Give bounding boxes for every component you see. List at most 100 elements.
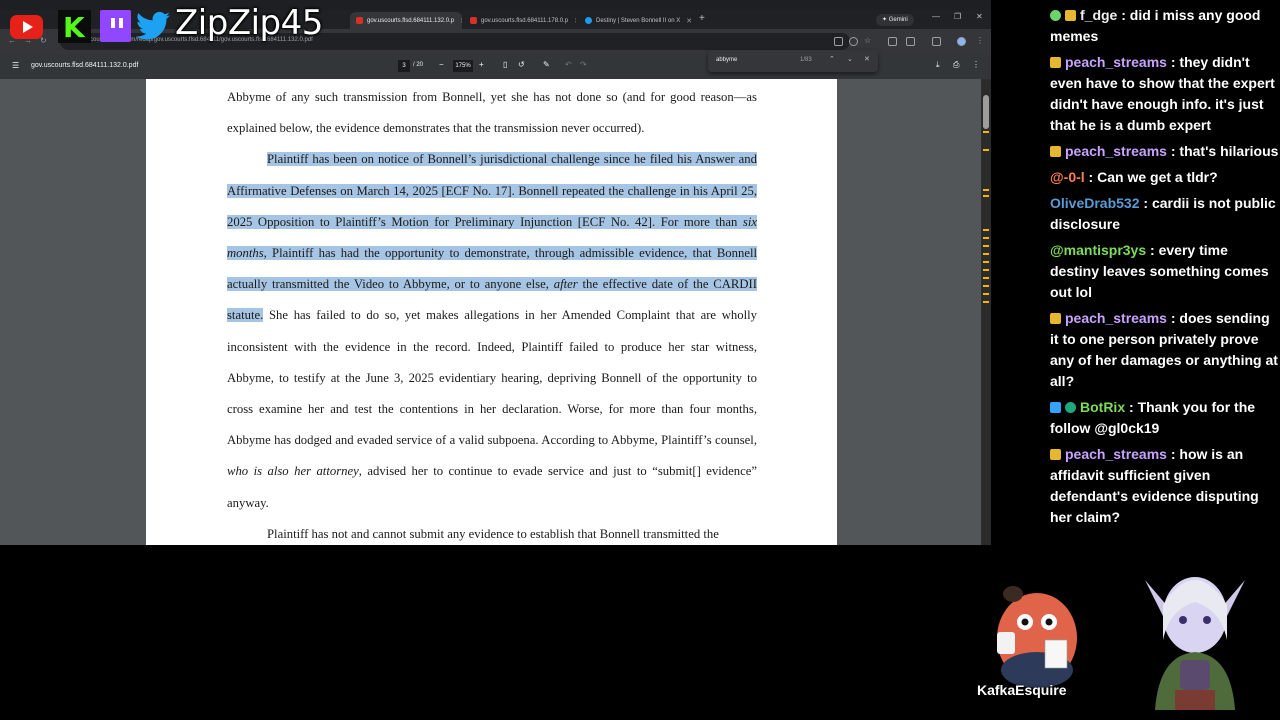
chat-message: f_dge : did i miss any good memes [1047,5,1280,47]
rotate-icon[interactable]: ↺ [518,60,525,69]
green-badge-icon [1050,10,1061,21]
find-marker [983,245,989,247]
find-next-icon[interactable]: ⌄ [847,55,853,63]
chat-message: peach_streams : how is an affidavit suff… [1047,444,1280,528]
find-match-count: 1/83 [800,57,812,63]
download-icon[interactable]: ⤓ [936,60,940,70]
chat-author[interactable]: @mantispr3ys [1050,242,1146,258]
twitter-bird-icon [136,11,170,40]
find-marker [983,189,989,191]
chat-message: BotRix : Thank you for the follow @gl0ck… [1047,397,1280,439]
chat-panel: f_dge : did i miss any good memes peach_s… [1047,5,1280,533]
pdf-viewport[interactable]: Abbyme of any such transmission from Bon… [0,79,981,545]
find-close-icon[interactable]: ✕ [864,55,870,63]
chat-author[interactable]: peach_streams [1065,143,1167,159]
sub-badge-icon [1050,313,1061,324]
chrome-menu-icon[interactable]: ⋮ [976,36,984,45]
extensions-puzzle-icon[interactable] [906,37,915,46]
close-tab-icon[interactable]: ✕ [454,17,462,25]
elf-character-mascot [1145,577,1245,710]
chat-message: @-0-l : Can we get a tldr? [1047,167,1280,188]
pdf-filename: gov.uscourts.flsd.684111.132.0.pdf [31,62,139,69]
sub-badge-icon [1050,57,1061,68]
hamburger-menu-icon[interactable]: ☰ [12,61,19,70]
find-marker [983,269,989,271]
find-marker [983,195,989,197]
chat-message: @mantispr3ys : every time destiny leaves… [1047,240,1280,303]
chat-author[interactable]: BotRix [1080,399,1125,415]
paragraph-3: Plaintiff has not and cannot submit any … [267,526,719,541]
chat-message: peach_streams : does sending it to one p… [1047,308,1280,392]
find-marker [983,261,989,263]
sub-badge-icon [1065,10,1076,21]
youtube-icon [10,15,43,39]
close-tab-icon[interactable]: ✕ [680,17,692,25]
install-icon[interactable] [834,37,843,46]
extension-icon[interactable] [888,37,897,46]
text-run: Plaintiff has been on notice of Bonnell’… [227,152,757,229]
find-marker [983,277,989,279]
gemini-label: Gemini [888,17,908,23]
find-previous-icon[interactable]: ⌃ [829,55,835,63]
tab-label: gov.uscourts.flsd.684111.132.0.p [367,17,455,24]
chat-author[interactable]: OliveDrab532 [1050,195,1140,211]
more-options-icon[interactable]: ⋮ [972,60,980,69]
zoom-icon[interactable] [849,37,858,46]
kick-icon [58,10,91,44]
chat-author[interactable]: peach_streams [1065,310,1167,326]
pdf-text-body: Abbyme of any such transmission from Bon… [227,82,757,545]
chat-author[interactable]: peach_streams [1065,446,1167,462]
zoom-level-input[interactable]: 175% [453,60,473,72]
annotate-icon[interactable]: ✎ [543,60,550,69]
chat-text: Can we get a tldr? [1097,169,1218,185]
find-marker [983,285,989,287]
scrollbar-thumb[interactable] [983,95,989,129]
bookmark-star-icon[interactable]: ☆ [864,36,871,45]
sub-badge-icon [1050,449,1061,460]
find-bar: abbyme 1/83 ⌃ ⌄ ✕ [708,50,878,72]
mascot-label: KafkaEsquire [977,682,1067,698]
undo-icon[interactable]: ↶ [565,60,572,69]
redo-icon[interactable]: ↷ [580,60,587,69]
find-marker [983,131,989,133]
gemini-button[interactable]: ✦ Gemini [876,14,914,26]
window-close-icon[interactable]: ✕ [976,12,983,21]
find-marker [983,301,989,303]
chat-author[interactable]: @-0-l [1050,169,1085,185]
x-tab-icon [585,17,592,24]
find-input[interactable]: abbyme [716,57,737,63]
chat-author[interactable]: f_dge [1080,7,1117,23]
page-total: / 20 [413,62,424,68]
chat-author[interactable]: peach_streams [1065,54,1167,70]
fit-page-icon[interactable]: ▯ [503,60,507,69]
tab-pdf-178[interactable]: gov.uscourts.flsd.684111.178.0.p ✕ [464,12,576,29]
chat-separator: : [1146,242,1159,258]
search-highlight: Plaintiff has been on notice of Bonnell’… [227,152,757,323]
chat-message: peach_streams : they didn't even have to… [1047,52,1280,136]
side-panel-icon[interactable] [932,37,941,46]
stream-overlay-header: ZipZip45 [0,0,340,50]
profile-avatar[interactable] [957,37,966,46]
chat-separator: : [1125,399,1138,415]
new-tab-button[interactable]: + [699,13,705,24]
sub-badge-icon [1050,146,1061,157]
chat-separator: : [1166,446,1180,462]
zoom-out-icon[interactable]: − [439,60,444,69]
chat-separator: : [1166,310,1180,326]
print-icon[interactable]: ⎙ [953,60,959,70]
page-number-input[interactable]: 3 [398,60,410,72]
zoom-in-icon[interactable]: + [479,60,484,69]
restore-icon[interactable]: ❐ [954,12,961,21]
minimize-icon[interactable]: — [932,12,940,21]
streamer-username: ZipZip45 [175,3,323,43]
close-tab-icon[interactable]: ✕ [568,17,576,25]
pdf-scrollbar[interactable] [981,79,991,545]
pdf-page: Abbyme of any such transmission from Bon… [146,79,837,545]
chat-separator: : [1139,195,1152,211]
verified-badge-icon [1065,402,1076,413]
twitch-icon [100,10,131,42]
tab-destiny-x[interactable]: Destiny | Steven Bonnell II on X ✕ [579,12,695,29]
find-marker [983,149,989,151]
tab-pdf-132[interactable]: gov.uscourts.flsd.684111.132.0.p ✕ [350,12,462,29]
tab-label: gov.uscourts.flsd.684111.178.0.p [481,17,569,24]
